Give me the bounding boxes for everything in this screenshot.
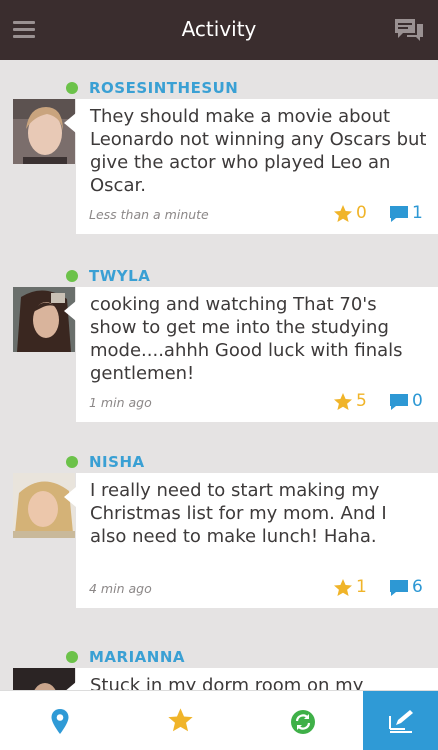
comment-icon [390,394,408,410]
refresh-icon [291,710,315,734]
tab-refresh[interactable] [242,691,363,750]
compose-icon [389,710,413,733]
bottom-tab-bar [0,690,438,750]
activity-feed[interactable]: ROSESINTHESUN They should make a movie a… [0,60,438,690]
comment-icon [390,206,408,222]
comment-icon [390,580,408,596]
post-username[interactable]: TWYLA [89,267,150,285]
star-icon [334,393,352,410]
feed-post[interactable]: NISHA I really need to start making my C… [0,436,438,622]
star-count-value: 5 [356,391,367,411]
post-timestamp: 1 min ago [89,395,152,410]
feed-post[interactable]: TWYLA cooking and watching That 70's sho… [0,248,438,436]
online-status-dot [66,270,78,282]
online-status-dot [66,456,78,468]
post-card[interactable]: cooking and watching That 70's show to g… [64,287,438,422]
post-card[interactable]: They should make a movie about Leonardo … [64,99,438,234]
feed-post[interactable]: ROSESINTHESUN They should make a movie a… [0,60,438,248]
tab-location[interactable] [0,691,120,750]
comment-count-value: 0 [412,391,423,411]
post-card[interactable]: Stuck in my dorm room on my birthday [64,668,438,690]
chat-bubbles-icon[interactable] [393,17,425,43]
online-status-dot [66,82,78,94]
post-timestamp: Less than a minute [89,207,209,222]
post-text: Stuck in my dorm room on my birthday [90,675,364,690]
post-username[interactable]: ROSESINTHESUN [89,79,238,97]
post-timestamp: 4 min ago [89,581,152,596]
comment-count-value: 6 [412,577,423,597]
post-username[interactable]: NISHA [89,453,145,471]
star-icon [334,579,352,596]
tab-favorites[interactable] [120,691,242,750]
location-pin-icon [51,709,69,734]
post-username[interactable]: MARIANNA [89,648,185,666]
star-count-value: 0 [356,203,367,223]
app-header: Activity [0,0,438,60]
post-text: I really need to start making my Christm… [90,480,387,547]
comment-count-value: 1 [412,203,423,223]
feed-post[interactable]: MARIANNA Stuck in my dorm room on my bir… [0,622,438,690]
post-text: cooking and watching That 70's show to g… [90,294,403,384]
post-card[interactable]: I really need to start making my Christm… [64,473,438,608]
post-text: They should make a movie about Leonardo … [90,106,427,196]
page-title: Activity [181,17,257,41]
star-count-value: 1 [356,577,367,597]
online-status-dot [66,651,78,663]
star-icon [334,205,352,222]
star-icon [168,708,193,732]
tab-compose[interactable] [363,691,438,750]
